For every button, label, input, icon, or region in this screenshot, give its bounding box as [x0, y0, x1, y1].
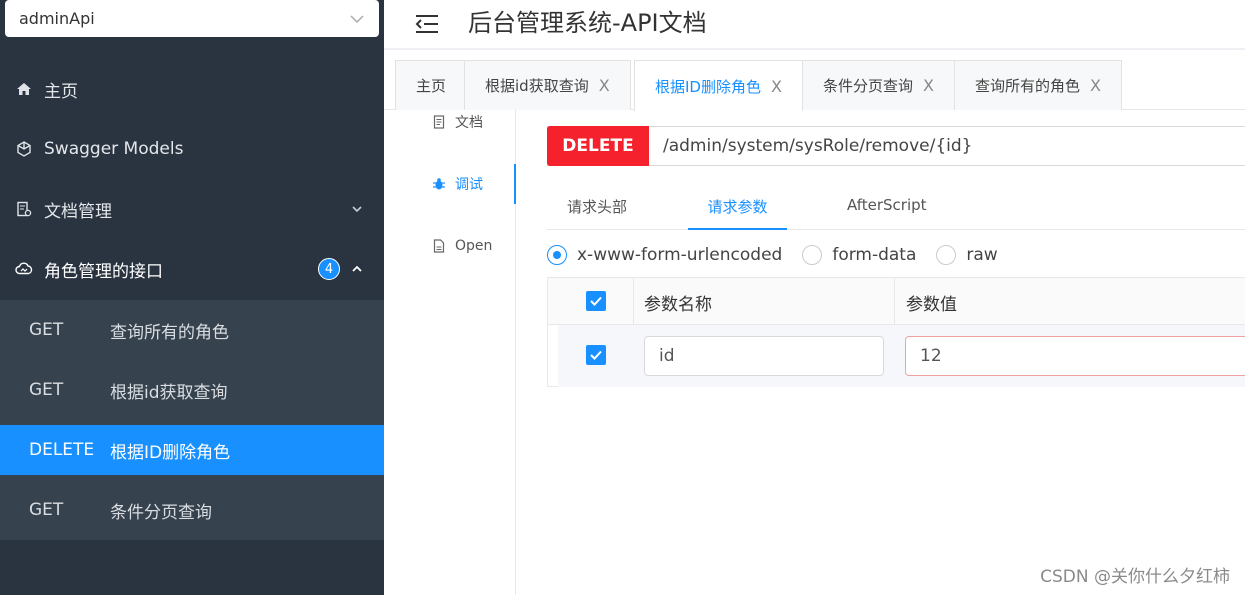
tab-label: 查询所有的角色	[975, 77, 1081, 95]
api-name: 条件分页查询	[110, 502, 212, 523]
radio-dot[interactable]	[936, 245, 957, 265]
tab-page-query[interactable]: 条件分页查询 X	[802, 60, 955, 110]
select-all-checkbox[interactable]	[586, 291, 606, 311]
menu-item-label: 角色管理的接口	[44, 261, 163, 282]
close-icon[interactable]: X	[923, 76, 934, 95]
watermark: CSDN @关你什么夕红柿	[1040, 567, 1230, 587]
radio-form-data[interactable]: form-data	[802, 245, 916, 265]
api-item-active[interactable]: DELETE 根据ID删除角色	[0, 425, 384, 475]
nav-doc[interactable]: 文档	[384, 102, 516, 142]
table-row: id 12	[558, 325, 1245, 387]
api-method: GET	[29, 320, 64, 340]
menu-item-swagger-models[interactable]: Swagger Models	[0, 119, 384, 179]
api-method: GET	[29, 500, 64, 520]
chevron-up-icon	[352, 265, 362, 272]
detail-side-nav: 文档 调试 Open	[384, 110, 516, 595]
row-checkbox[interactable]	[586, 345, 606, 365]
request-url-bar: DELETE /admin/system/sysRole/remove/{id}	[547, 126, 1245, 166]
cloud-icon	[15, 260, 33, 278]
radio-dot[interactable]	[802, 245, 823, 265]
menu-fold-icon[interactable]	[414, 13, 440, 35]
tab-request-params[interactable]: 请求参数	[688, 184, 787, 230]
tab-label: 根据ID删除角色	[655, 77, 761, 96]
nav-label: 文档	[455, 115, 483, 131]
api-method: GET	[29, 380, 64, 400]
column-header-value: 参数值	[906, 295, 957, 315]
api-name: 查询所有的角色	[110, 322, 229, 343]
nav-debug[interactable]: 调试	[384, 164, 516, 204]
document-icon	[432, 115, 446, 129]
radio-label: form-data	[832, 245, 917, 265]
request-tabs: 请求头部 请求参数 AfterScript	[547, 184, 1245, 230]
sidebar: adminApi 主页 Swagger Models 文档管理 角色管理的接口 …	[0, 0, 384, 595]
check-icon	[590, 296, 602, 306]
close-icon[interactable]: X	[771, 77, 782, 96]
bug-icon	[432, 177, 446, 191]
http-method-button[interactable]: DELETE	[547, 126, 649, 166]
close-icon[interactable]: X	[599, 76, 610, 95]
chevron-down-icon	[350, 14, 364, 23]
tab-label: 条件分页查询	[823, 77, 914, 95]
tab-query-all-roles[interactable]: 查询所有的角色 X	[954, 60, 1122, 110]
tab-request-headers[interactable]: 请求头部	[567, 184, 627, 230]
table-header-row: 参数名称 参数值	[548, 278, 1245, 325]
nav-label: Open	[455, 238, 493, 254]
param-name-input[interactable]: id	[644, 336, 884, 376]
api-item[interactable]: GET 根据id获取查询	[0, 365, 384, 415]
api-method: DELETE	[29, 440, 95, 460]
radio-urlencoded[interactable]: x-www-form-urlencoded	[547, 245, 782, 265]
home-icon	[15, 80, 33, 98]
doc-gear-icon	[15, 200, 33, 218]
radio-raw[interactable]: raw	[936, 245, 998, 265]
count-badge: 4	[318, 258, 340, 280]
radio-label: raw	[966, 245, 998, 265]
request-url[interactable]: /admin/system/sysRole/remove/{id}	[649, 136, 972, 156]
menu-item-label: 主页	[44, 81, 78, 102]
chevron-down-icon	[352, 206, 362, 213]
menu-item-doc-management[interactable]: 文档管理	[0, 179, 384, 239]
tab-delete-role[interactable]: 根据ID删除角色 X	[634, 60, 803, 111]
page-title: 后台管理系统-API文档	[468, 8, 707, 37]
api-item[interactable]: GET 条件分页查询	[0, 485, 384, 535]
param-value-input[interactable]: 12	[905, 336, 1245, 376]
close-icon[interactable]: X	[1090, 76, 1101, 95]
cube-icon	[15, 140, 33, 158]
api-item[interactable]: GET 查询所有的角色	[0, 305, 384, 355]
check-icon	[590, 350, 602, 360]
radio-dot[interactable]	[547, 245, 567, 265]
menu-item-home[interactable]: 主页	[0, 59, 384, 119]
menu-item-label: 文档管理	[44, 201, 112, 222]
top-header: 后台管理系统-API文档	[384, 0, 1245, 50]
column-divider	[894, 278, 895, 325]
menu-item-label: Swagger Models	[44, 139, 184, 159]
menu-item-role-management[interactable]: 角色管理的接口 4	[0, 239, 384, 299]
app-root: adminApi 主页 Swagger Models 文档管理 角色管理的接口 …	[0, 0, 1245, 595]
nav-label: 调试	[455, 177, 483, 193]
api-name: 根据id获取查询	[110, 382, 228, 403]
tab-label: 主页	[416, 77, 447, 95]
api-group-select-value: adminApi	[19, 9, 95, 28]
api-group-select[interactable]: adminApi	[5, 0, 379, 37]
file-icon	[432, 239, 446, 253]
tab-label: 根据id获取查询	[485, 77, 589, 95]
column-header-name: 参数名称	[644, 295, 712, 315]
tab-afterscript[interactable]: AfterScript	[847, 184, 927, 230]
body-type-group: x-www-form-urlencoded form-data raw	[547, 242, 1018, 268]
params-table: 参数名称 参数值 id 12	[547, 277, 1245, 387]
radio-label: x-www-form-urlencoded	[577, 245, 783, 265]
nav-open[interactable]: Open	[384, 226, 516, 266]
api-name: 根据ID删除角色	[110, 442, 231, 463]
column-divider	[633, 278, 634, 325]
